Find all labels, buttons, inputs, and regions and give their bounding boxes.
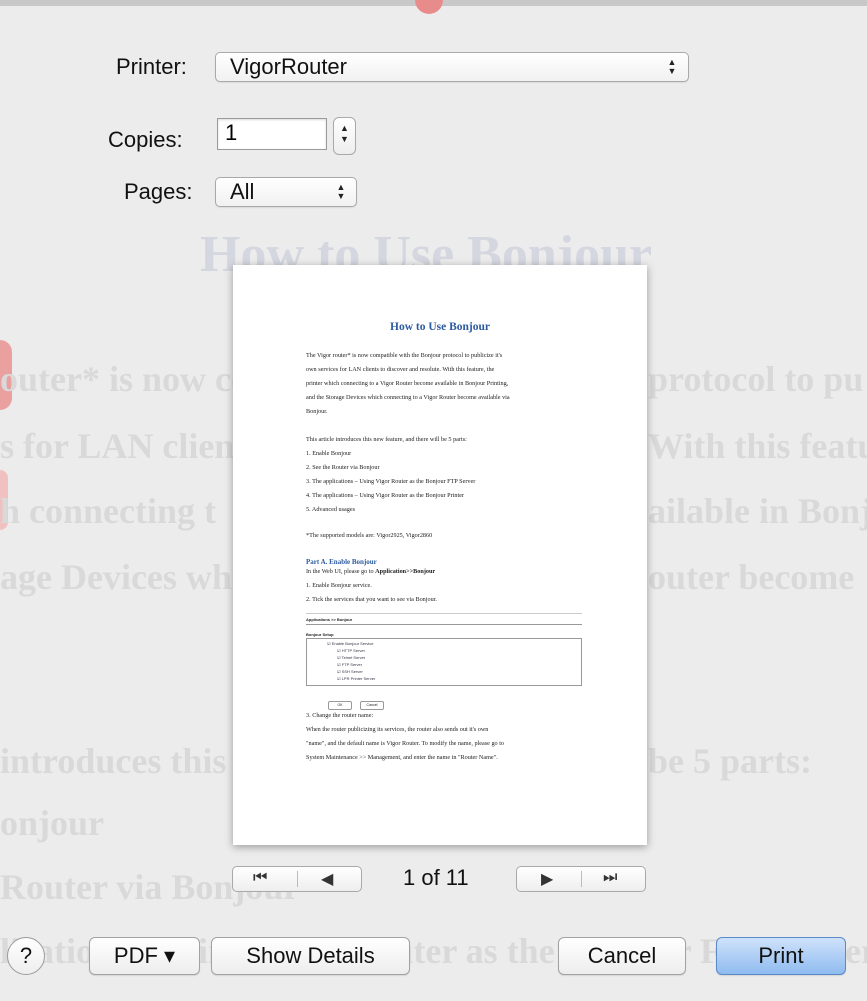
- background-line: onjour: [0, 803, 105, 843]
- screenshot-ok-button: OK: [328, 701, 352, 710]
- preview-list-item: 2. Tick the services that you want to se…: [306, 596, 437, 603]
- preview-menu-path: Application>>Bonjour: [375, 568, 436, 575]
- preview-text-line: *The supported models are: Vigor2925, Vi…: [306, 532, 433, 539]
- screenshot-item: ☑ FTP Server: [337, 662, 363, 667]
- preview-text-line: This article introduces this new feature…: [306, 436, 467, 443]
- screenshot-item: ☑ Telnet Server: [337, 655, 366, 660]
- preview-text-line: "name", and the default name is Vigor Ro…: [306, 740, 505, 747]
- printer-label: Printer:: [116, 54, 187, 79]
- print-button[interactable]: Print: [716, 937, 846, 975]
- divider: [297, 871, 298, 887]
- preview-text-line: own services for LAN clients to discover…: [306, 366, 495, 373]
- next-page-segmented-control[interactable]: ▶ ⏭: [516, 866, 646, 892]
- preview-list-item: 2. See the Router via Bonjour: [306, 464, 380, 471]
- screenshot-item: ☑ Enable Bonjour Service: [327, 641, 374, 646]
- cancel-button[interactable]: Cancel: [558, 937, 686, 975]
- background-line: ailable in Bonj: [648, 491, 867, 531]
- preview-text-line: Bonjour.: [306, 408, 328, 415]
- screenshot-box: ☑ Enable Bonjour Service ☑ HTTP Server ☑…: [306, 638, 582, 686]
- decorative-mark: [415, 0, 443, 14]
- background-line: outer* is now co: [0, 359, 249, 399]
- first-page-icon[interactable]: ⏮: [253, 869, 267, 887]
- copies-field[interactable]: 1: [217, 118, 327, 150]
- background-line: s for LAN client: [0, 426, 247, 466]
- preview-list-item: 4. The applications – Using Vigor Router…: [306, 492, 465, 499]
- background-line: introduces this: [0, 741, 227, 781]
- screenshot-cancel-button: Cancel: [360, 701, 384, 710]
- pdf-menu-button[interactable]: PDF ▾: [89, 937, 200, 975]
- printer-popup[interactable]: VigorRouter ▲ ▼: [215, 52, 689, 82]
- last-page-icon[interactable]: ⏭: [603, 869, 617, 887]
- screenshot-item: ☑ SSH Server: [337, 669, 363, 674]
- screenshot-section: Bonjour Setup: [306, 632, 334, 637]
- screenshot-item: ☑ LPR Printer Server: [337, 676, 376, 681]
- stepper-up-icon[interactable]: ▲: [340, 123, 349, 133]
- background-line: be 5 parts:: [648, 741, 812, 781]
- preview-list-item: 3. The applications – Using Vigor Router…: [306, 478, 476, 485]
- screenshot-header: Applications >> Bonjour: [306, 617, 353, 622]
- preview-text-fragment: In the Web UI, please go to: [306, 568, 376, 575]
- preview-text-line: When the router publicizing its services…: [306, 726, 489, 733]
- prev-page-segmented-control[interactable]: ⏮ ◀: [232, 866, 362, 892]
- preview-text-line: 3. Change the router name:: [306, 712, 374, 719]
- background-line: age Devices wh: [0, 557, 232, 597]
- preview-section-heading: Part A. Enable Bonjour: [306, 558, 377, 566]
- preview-text-line: and the Storage Devices which connecting…: [306, 394, 510, 401]
- divider: [581, 871, 582, 887]
- updown-arrows-icon: ▲ ▼: [336, 182, 346, 201]
- preview-title: How to Use Bonjour: [390, 321, 490, 333]
- preview-list-item: 1. Enable Bonjour service.: [306, 582, 372, 589]
- preview-embedded-screenshot: Applications >> Bonjour Bonjour Setup ☑ …: [306, 613, 582, 692]
- preview-text-line: printer which connecting to a Vigor Rout…: [306, 380, 509, 387]
- page-preview: How to Use Bonjour The Vigor router* is …: [233, 265, 647, 845]
- background-line: protocol to pu: [648, 359, 864, 399]
- divider: [306, 624, 582, 625]
- pages-value: All: [230, 179, 255, 204]
- background-line: With this featu: [648, 426, 867, 466]
- stepper-down-icon[interactable]: ▼: [340, 134, 349, 144]
- page-indicator: 1 of 11: [403, 865, 469, 890]
- show-details-button[interactable]: Show Details: [211, 937, 410, 975]
- pages-label: Pages:: [124, 179, 193, 204]
- next-page-icon[interactable]: ▶: [541, 869, 553, 889]
- previous-page-icon[interactable]: ◀: [321, 869, 333, 889]
- copies-stepper[interactable]: ▲ ▼: [333, 117, 356, 155]
- preview-text-line: In the Web UI, please go to Application>…: [306, 568, 435, 576]
- screenshot-item: ☑ HTTP Server: [337, 648, 365, 653]
- preview-text-line: The Vigor router* is now compatible with…: [306, 352, 503, 359]
- updown-arrows-icon: ▲ ▼: [667, 57, 677, 76]
- pages-popup[interactable]: All ▲ ▼: [215, 177, 357, 207]
- background-line: h connecting t: [0, 491, 216, 531]
- preview-list-item: 5. Advanced usages: [306, 506, 355, 513]
- preview-list-item: 1. Enable Bonjour: [306, 450, 352, 457]
- printer-value: VigorRouter: [230, 54, 347, 79]
- background-line: outer become: [648, 557, 855, 597]
- help-button[interactable]: ?: [7, 937, 45, 975]
- copies-label: Copies:: [108, 127, 183, 152]
- screenshot-buttons: OK Cancel: [328, 693, 388, 711]
- preview-text-line: System Maintenance >> Management, and en…: [306, 754, 498, 761]
